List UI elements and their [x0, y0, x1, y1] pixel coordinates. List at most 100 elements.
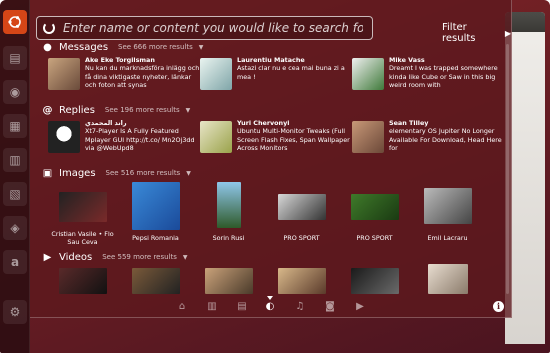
avatar — [48, 121, 80, 153]
dash-overlay: Filter results ▶ ● Messages See 666 more… — [30, 0, 512, 318]
section-title: Images — [59, 167, 96, 179]
chevron-down-icon: ▼ — [186, 169, 191, 177]
reply-text: راند المحمدي Xt7-Player Is A Fully Featur… — [85, 119, 195, 153]
image-tile[interactable]: PRO SPORT — [265, 182, 338, 242]
video-tile[interactable] — [411, 264, 484, 294]
image-label: PRO SPORT — [283, 234, 320, 242]
lens-bar: ⌂ ▥ ▤ ◐ ♫ ◙ ▶ i — [30, 296, 512, 318]
section-title: Replies — [59, 104, 95, 116]
software-center-icon[interactable]: ◈ — [3, 216, 27, 240]
film-icon: ▶ — [43, 251, 52, 263]
chevron-down-icon: ▼ — [182, 253, 188, 261]
avatar — [352, 121, 384, 153]
image-tile[interactable]: Cristian Vasile • Flo Sau Ceva — [46, 182, 119, 246]
photo-icon: ▣ — [42, 167, 53, 179]
image-tile[interactable]: PRO SPORT — [338, 182, 411, 242]
spinner-icon — [43, 22, 55, 34]
thumbnail — [350, 268, 399, 294]
section-videos-header[interactable]: ▶ Videos See 559 more results ▼ — [42, 250, 188, 264]
search-box[interactable] — [36, 16, 373, 40]
section-title: Messages — [59, 41, 109, 53]
amazon-icon[interactable]: a — [3, 250, 27, 274]
reply-item[interactable]: Yuri Chervonyi Ubuntu Multi-Monitor Tweak… — [200, 119, 352, 155]
message-text: Laurentiu Matache Astazi clar nu e cea ma… — [237, 56, 345, 81]
message-item[interactable]: Ake Eke Torgilsman Nu kan du marknadsföra… — [48, 56, 200, 92]
music-icon[interactable]: ♫ — [294, 301, 306, 313]
files-icon[interactable]: ▤ — [236, 301, 248, 313]
thumbnail — [423, 188, 472, 224]
filter-results-button[interactable]: Filter results ▶ — [442, 22, 511, 44]
chevron-down-icon: ▼ — [198, 43, 204, 51]
active-lens-indicator — [267, 296, 273, 300]
info-icon[interactable]: i — [493, 301, 504, 312]
browser-icon[interactable]: ◉ — [3, 80, 27, 104]
image-label: Sorin Rusi — [212, 234, 245, 242]
image-label: PRO SPORT — [356, 234, 393, 242]
image-label: Cristian Vasile • Flo Sau Ceva — [51, 230, 114, 246]
see-more-link[interactable]: See 516 more results — [106, 169, 181, 177]
section-title: Videos — [59, 251, 93, 263]
reply-text: Sean Tilley elementary OS Jupiter No Long… — [389, 119, 502, 153]
spreadsheet-icon[interactable]: ▥ — [3, 148, 27, 172]
thumbnail — [350, 194, 399, 220]
images-row: Cristian Vasile • Flo Sau Ceva Pepsi Rom… — [46, 182, 486, 246]
thumbnail — [277, 194, 326, 220]
section-images-header[interactable]: ▣ Images See 516 more results ▼ — [42, 166, 191, 180]
reply-item[interactable]: راند المحمدي Xt7-Player Is A Fully Featur… — [48, 119, 200, 155]
reply-item[interactable]: Sean Tilley elementary OS Jupiter No Long… — [352, 119, 504, 155]
avatar — [48, 58, 80, 90]
search-input[interactable] — [63, 21, 363, 35]
thumbnail — [131, 268, 180, 294]
launcher: ▤ ◉ ▦ ▥ ▧ ◈ a ⚙ — [0, 0, 30, 353]
video-tile[interactable] — [119, 268, 192, 294]
image-tile[interactable]: Sorin Rusi — [192, 182, 265, 242]
messages-row: Ake Eke Torgilsman Nu kan du marknadsföra… — [48, 56, 498, 92]
see-more-link[interactable]: See 196 more results — [105, 106, 180, 114]
speech-bubble-icon: ● — [43, 41, 52, 53]
scrollbar[interactable] — [506, 44, 509, 294]
ubuntu-logo-icon[interactable] — [3, 10, 27, 34]
ubuntu-circle-icon — [8, 16, 21, 28]
image-label: Emil Lacraru — [427, 234, 468, 242]
filter-results-label: Filter results — [442, 22, 476, 44]
applications-icon[interactable]: ▥ — [206, 301, 218, 313]
see-more-link[interactable]: See 666 more results — [118, 43, 193, 51]
at-sign-icon: @ — [42, 104, 53, 116]
video-tile[interactable] — [338, 268, 411, 294]
section-replies-header[interactable]: @ Replies See 196 more results ▼ — [42, 103, 191, 117]
thumbnail — [131, 182, 180, 230]
videos-row — [46, 264, 486, 294]
message-item[interactable]: Laurentiu Matache Astazi clar nu e cea ma… — [200, 56, 352, 92]
avatar — [200, 121, 232, 153]
message-text: Mike Vass Dreamt I was trapped somewhere … — [389, 56, 498, 90]
message-text: Ake Eke Torgilsman Nu kan du marknadsföra… — [85, 56, 200, 90]
chevron-down-icon: ▼ — [185, 106, 191, 114]
settings-icon[interactable]: ⚙ — [3, 300, 27, 324]
avatar — [200, 58, 232, 90]
thumbnail — [58, 192, 107, 222]
social-icon[interactable]: ◐ — [264, 301, 276, 313]
presentation-icon[interactable]: ▧ — [3, 182, 27, 206]
thumbnail — [427, 264, 468, 294]
replies-row: راند المحمدي Xt7-Player Is A Fully Featur… — [48, 119, 502, 155]
thumbnail — [277, 268, 326, 294]
image-label: Pepsi Romania — [132, 234, 179, 242]
image-tile[interactable]: Emil Lacraru — [411, 182, 484, 242]
reply-text: Yuri Chervonyi Ubuntu Multi-Monitor Tweak… — [237, 119, 350, 153]
files-icon[interactable]: ▤ — [3, 46, 27, 70]
video-tile[interactable] — [46, 268, 119, 294]
photos-icon[interactable]: ◙ — [324, 301, 336, 313]
video-tile[interactable] — [265, 268, 338, 294]
image-tile[interactable]: Pepsi Romania — [119, 182, 192, 242]
thumbnail — [216, 182, 241, 228]
video-tile[interactable] — [192, 268, 265, 294]
home-icon[interactable]: ⌂ — [176, 301, 188, 313]
message-item[interactable]: Mike Vass Dreamt I was trapped somewhere … — [352, 56, 504, 92]
thumbnail — [58, 268, 107, 294]
triangle-right-icon: ▶ — [504, 28, 511, 38]
video-icon[interactable]: ▶ — [354, 301, 366, 313]
section-messages-header[interactable]: ● Messages See 666 more results ▼ — [42, 40, 203, 54]
thumbnail — [204, 268, 253, 294]
see-more-link[interactable]: See 559 more results — [102, 253, 177, 261]
document-icon[interactable]: ▦ — [3, 114, 27, 138]
